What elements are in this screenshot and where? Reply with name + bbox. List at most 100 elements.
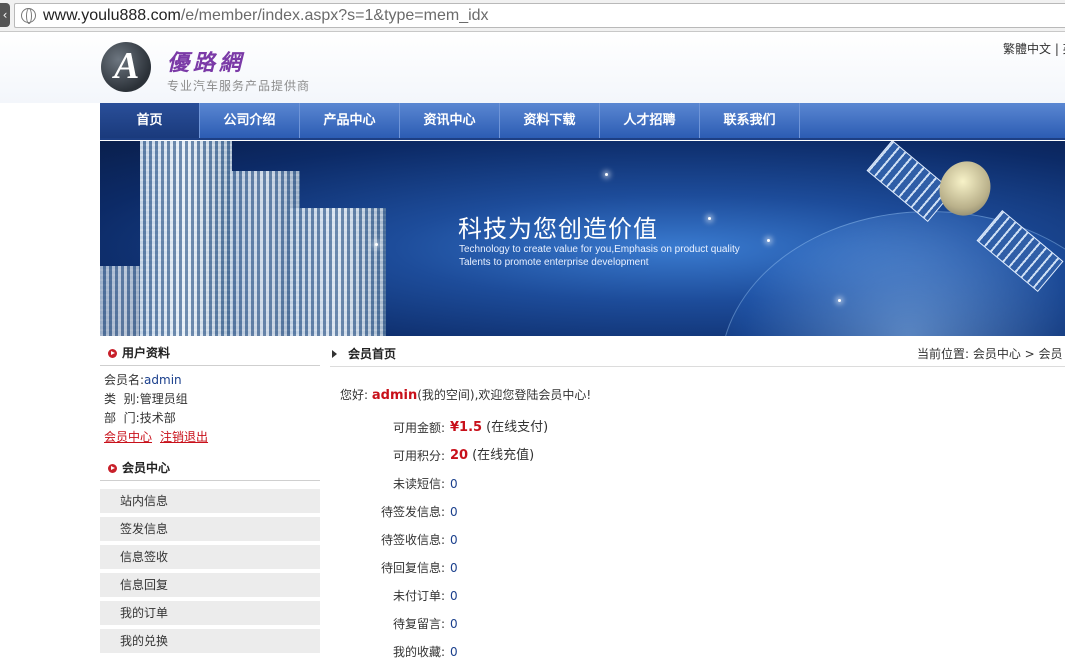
language-switch-link[interactable]: 繁體中文 | 英 <box>1003 40 1065 57</box>
nav-item[interactable]: 资讯中心 <box>400 103 500 138</box>
member-menu-item[interactable]: 签发信息 <box>100 517 320 541</box>
logout-link[interactable]: 注销退出 <box>160 430 208 444</box>
stat-value: 0 <box>450 556 458 580</box>
profile-section-title: 用户资料 <box>100 341 320 366</box>
stat-row: 待签收信息: 0 <box>340 528 640 556</box>
url-field[interactable]: www.youlu888.com/e/member/index.aspx?s=1… <box>14 3 1065 28</box>
stat-value: 0 <box>450 528 458 552</box>
nav-item[interactable]: 人才招聘 <box>600 103 700 138</box>
logo-letter: A <box>114 45 140 87</box>
site-name: 優路網 <box>167 50 246 76</box>
stat-label: 待回复信息: <box>380 561 445 575</box>
account-stats: 可用金额: ¥1.5 (在线支付) 可用积分: 20 (在线充值) 未读短信: 0 待签发信息:… <box>340 416 640 668</box>
page-title: 会员首页 <box>348 347 397 361</box>
stat-row: 未读短信: 0 <box>340 472 640 500</box>
dept-value: 技术部 <box>139 411 176 425</box>
welcome-username: admin <box>371 388 418 403</box>
main-header: 会员首页 当前位置: 会员中心 > 会员 <box>330 341 1065 367</box>
nav-item[interactable]: 公司介绍 <box>200 103 300 138</box>
arrow-bullet-icon <box>108 464 117 473</box>
stat-label: 可用金额: <box>392 421 445 435</box>
main-nav: 首页 公司介绍 产品中心 资讯中心 资料下载 人才招聘 联系我们 <box>100 103 1065 140</box>
profile-links: 会员中心 注销退出 <box>104 428 320 447</box>
stat-value: 0 <box>450 500 458 524</box>
welcome-message: 您好: admin(我的空间),欢迎您登陆会员中心! <box>340 386 591 403</box>
stat-label: 未读短信: <box>392 477 445 491</box>
back-button[interactable]: ‹ <box>0 3 10 27</box>
main-content: 会员首页 当前位置: 会员中心 > 会员 您好: admin(我的空间),欢迎您… <box>330 341 1065 659</box>
stat-row: 可用积分: 20 (在线充值) <box>340 444 640 472</box>
stat-number: 0 <box>450 645 458 659</box>
stat-label: 待签发信息: <box>380 505 445 519</box>
building-graphic <box>140 141 232 336</box>
nav-item[interactable]: 产品中心 <box>300 103 400 138</box>
banner-english-line-1: Technology to create value for you,Empha… <box>459 244 740 255</box>
member-menu-item[interactable]: 我的兑换 <box>100 629 320 653</box>
banner-english-line-2: Talents to promote enterprise developmen… <box>459 257 649 268</box>
stat-value: 0 <box>450 584 458 608</box>
triangle-marker-icon <box>332 350 337 358</box>
profile-dept-row: 部 门:技术部 <box>104 409 320 428</box>
stat-value: 0 <box>450 612 458 636</box>
profile-type-row: 类 别:管理员组 <box>104 390 320 409</box>
building-graphic <box>290 208 386 336</box>
member-menu: 站内信息签发信息信息签收信息回复我的订单我的兑换 <box>100 489 320 653</box>
stat-action-link[interactable]: (在线支付) <box>486 420 548 435</box>
member-menu-item[interactable]: 信息签收 <box>100 545 320 569</box>
profile-info: 会员名:admin 类 别:管理员组 部 门:技术部 会员中心 注销退出 <box>100 366 320 447</box>
star-sparkle <box>605 173 608 176</box>
star-sparkle <box>708 217 711 220</box>
star-sparkle <box>838 299 841 302</box>
welcome-suffix: (我的空间),欢迎您登陆会员中心! <box>417 388 592 402</box>
stat-label: 未付订单: <box>392 589 445 603</box>
username-value: admin <box>144 373 182 387</box>
site-header: A 優路網 专业汽车服务产品提供商 繁體中文 | 英 <box>0 33 1065 103</box>
stat-label: 待复留言: <box>392 617 445 631</box>
stat-number: 20 <box>450 448 469 463</box>
stat-number: 0 <box>450 589 458 603</box>
stat-row: 待复留言: 0 <box>340 612 640 640</box>
stat-row: 未付订单: 0 <box>340 584 640 612</box>
stat-number: ¥1.5 <box>450 420 483 435</box>
stat-number: 0 <box>450 505 458 519</box>
stat-number: 0 <box>450 561 458 575</box>
stat-row: 待签发信息: 0 <box>340 500 640 528</box>
stat-value: 0 <box>450 640 458 664</box>
banner-slogan: 科技为您创造价值 <box>458 215 658 243</box>
member-menu-title-text: 会员中心 <box>122 461 171 475</box>
stat-label: 待签收信息: <box>380 533 445 547</box>
globe-icon <box>21 8 36 24</box>
site-tagline: 专业汽车服务产品提供商 <box>167 79 311 93</box>
stat-label: 我的收藏: <box>392 645 445 659</box>
hero-banner: 科技为您创造价值 Technology to create value for … <box>100 141 1065 336</box>
nav-item[interactable]: 首页 <box>100 103 200 138</box>
stat-label: 可用积分: <box>392 449 445 463</box>
member-center-link[interactable]: 会员中心 <box>104 430 152 444</box>
profile-title-text: 用户资料 <box>122 346 171 360</box>
username-label: 会员名: <box>104 373 145 387</box>
arrow-bullet-icon <box>108 349 117 358</box>
stat-number: 0 <box>450 617 458 631</box>
type-value: 管理员组 <box>139 392 188 406</box>
member-menu-item[interactable]: 我的订单 <box>100 601 320 625</box>
stat-action-link[interactable]: (在线充值) <box>472 448 534 463</box>
profile-username-row: 会员名:admin <box>104 371 320 390</box>
logo-icon[interactable]: A <box>101 42 151 92</box>
left-sidebar: 用户资料 会员名:admin 类 别:管理员组 部 门:技术部 会员中心 注销退出… <box>100 341 320 657</box>
member-menu-title: 会员中心 <box>100 456 320 481</box>
browser-address-bar: ‹ www.youlu888.com/e/member/index.aspx?s… <box>0 0 1065 32</box>
nav-item[interactable]: 资料下载 <box>500 103 600 138</box>
stat-value: ¥1.5 (在线支付) <box>450 416 548 440</box>
member-menu-item[interactable]: 信息回复 <box>100 573 320 597</box>
stat-number: 0 <box>450 477 458 491</box>
url-text: www.youlu888.com/e/member/index.aspx?s=1… <box>43 7 489 25</box>
member-menu-item[interactable]: 站内信息 <box>100 489 320 513</box>
stat-row: 待回复信息: 0 <box>340 556 640 584</box>
star-sparkle <box>767 239 770 242</box>
stat-value: 20 (在线充值) <box>450 444 534 468</box>
stat-number: 0 <box>450 533 458 547</box>
nav-item[interactable]: 联系我们 <box>700 103 800 138</box>
url-host: www.youlu888.com <box>43 7 181 24</box>
type-label: 类 别: <box>104 392 140 406</box>
stat-value: 0 <box>450 472 458 496</box>
